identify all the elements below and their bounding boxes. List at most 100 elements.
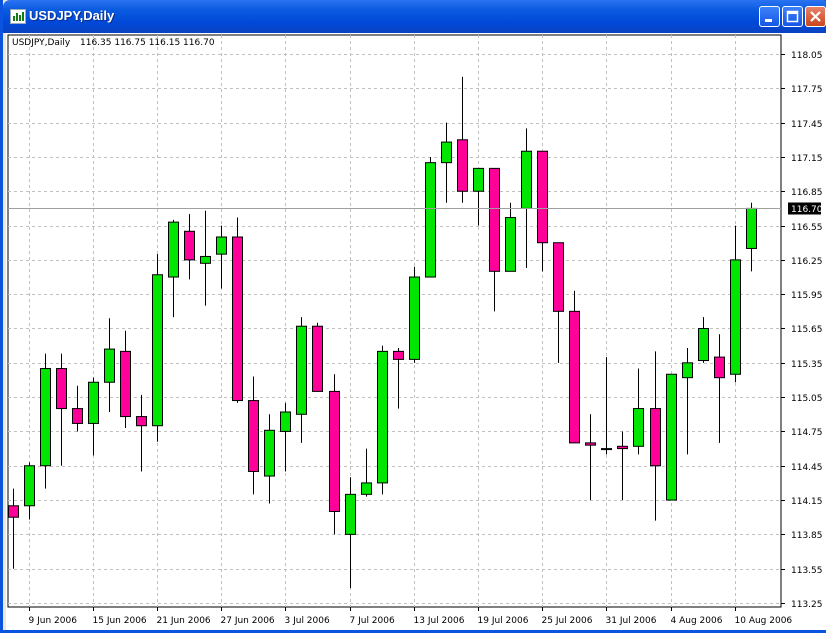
y-tick-label: 113.25 [791, 600, 823, 610]
mt4-chart-window: USDJPY,Daily 118.05 117.75 117.45 117.15 116… [0, 0, 826, 633]
candle [473, 167, 484, 226]
candle-body-bull [698, 328, 709, 362]
y-tick-label: 114.15 [791, 497, 823, 507]
candle-body-bear [714, 356, 725, 379]
candle [136, 394, 147, 472]
y-tick-label: 115.95 [791, 291, 823, 301]
candle-body-bull [682, 362, 693, 379]
y-tick-label: 117.75 [791, 85, 823, 95]
candles [8, 76, 757, 589]
candle-body-bear [136, 416, 147, 427]
y-tick-label: 114.75 [791, 428, 823, 438]
x-tick-label: 25 Jul 2006 [542, 616, 593, 626]
candle-body-bull [296, 325, 307, 415]
candle-body-bear [457, 139, 468, 192]
y-tick-label: 116.25 [791, 257, 823, 267]
candle-body-bear [585, 442, 596, 446]
candle [88, 377, 99, 456]
candle-body-bear [650, 408, 661, 467]
x-tick-label: 21 Jun 2006 [157, 616, 211, 626]
candle-body-bear [248, 400, 259, 472]
y-tick-label: 116.55 [791, 223, 823, 233]
candle [714, 334, 725, 443]
y-tick-label: 115.35 [791, 360, 823, 370]
y-tick-label: 117.15 [791, 154, 823, 164]
candle [682, 347, 693, 455]
candle [377, 345, 388, 495]
x-tick-label: 19 Jul 2006 [478, 616, 529, 626]
last-price-marker: 116.70 [8, 202, 823, 215]
x-tick-label: 15 Jun 2006 [93, 616, 147, 626]
candle [345, 477, 356, 589]
minimize-button[interactable] [759, 6, 780, 27]
grid-lines [8, 35, 781, 607]
y-tick-label: 118.05 [791, 51, 823, 61]
y-tick-label: 114.45 [791, 463, 823, 473]
chart-window-icon [10, 9, 26, 24]
candle-body-bear [120, 350, 131, 418]
candle [441, 122, 452, 203]
candle-body-bull [521, 150, 532, 209]
candle-body-bear [617, 445, 628, 450]
chart-area[interactable]: 118.05 117.75 117.45 117.15 116.85 116.55 116.… [6, 33, 826, 630]
candle-body-bull [280, 411, 291, 432]
y-tick-label: 115.05 [791, 394, 823, 404]
candle [312, 322, 323, 392]
close-icon [810, 11, 821, 22]
candle [248, 376, 259, 495]
x-tick-label: 13 Jul 2006 [414, 616, 465, 626]
candle-body-bull [377, 350, 388, 484]
candle [184, 214, 195, 280]
y-tick-label: 115.65 [791, 325, 823, 335]
chart-ohlc-label: 116.35 116.75 116.15 116.70 [80, 38, 215, 48]
candle [280, 402, 291, 472]
candle-body-bull [264, 429, 275, 477]
y-tick-label: 113.85 [791, 531, 823, 541]
candle [698, 317, 709, 363]
candle [296, 317, 307, 443]
candle-body-bear [489, 167, 500, 272]
candle-body-bull [425, 162, 436, 278]
candle [24, 462, 35, 520]
candle-body-bear [393, 350, 404, 360]
candle [216, 225, 227, 289]
candle [489, 167, 500, 312]
candle-body-bull [200, 255, 211, 264]
candle-body-bull [601, 448, 612, 451]
candle [585, 414, 596, 501]
candle [505, 202, 516, 272]
close-button[interactable] [805, 6, 826, 27]
chart-symbol-label: USDJPY,Daily [12, 38, 71, 48]
candle [746, 202, 757, 272]
candle-body-bull [666, 373, 677, 501]
candle-body-bear [553, 242, 564, 312]
candle [56, 353, 67, 466]
candle [666, 373, 677, 501]
candle-body-bear [569, 310, 580, 444]
candle [329, 374, 340, 535]
candle [521, 128, 532, 268]
x-tick-label: 10 Aug 2006 [735, 616, 793, 626]
candle [264, 414, 275, 504]
candle-body-bear [329, 390, 340, 512]
candlestick-chart[interactable]: 118.05 117.75 117.45 117.15 116.85 116.55 116.… [6, 33, 826, 630]
candle-body-bear [537, 150, 548, 244]
candle-body-bull [152, 274, 163, 427]
candle-body-bull [633, 408, 644, 447]
candle-body-bull [216, 236, 227, 255]
candle [601, 357, 612, 455]
candle-body-bull [505, 217, 516, 272]
x-tick-label: 9 Jun 2006 [29, 616, 78, 626]
candle-body-bull [88, 381, 99, 424]
y-tick-label: 117.45 [791, 120, 823, 130]
candle [168, 219, 179, 318]
maximize-button[interactable] [782, 6, 803, 27]
candle [425, 156, 436, 278]
candle-body-bull [730, 259, 741, 375]
title-bar[interactable]: USDJPY,Daily [3, 0, 826, 33]
candle-body-bull [40, 368, 51, 467]
last-price-label: 116.70 [791, 205, 823, 215]
candle [232, 217, 243, 403]
x-tick-label: 31 Jul 2006 [606, 616, 657, 626]
candle [569, 290, 580, 444]
